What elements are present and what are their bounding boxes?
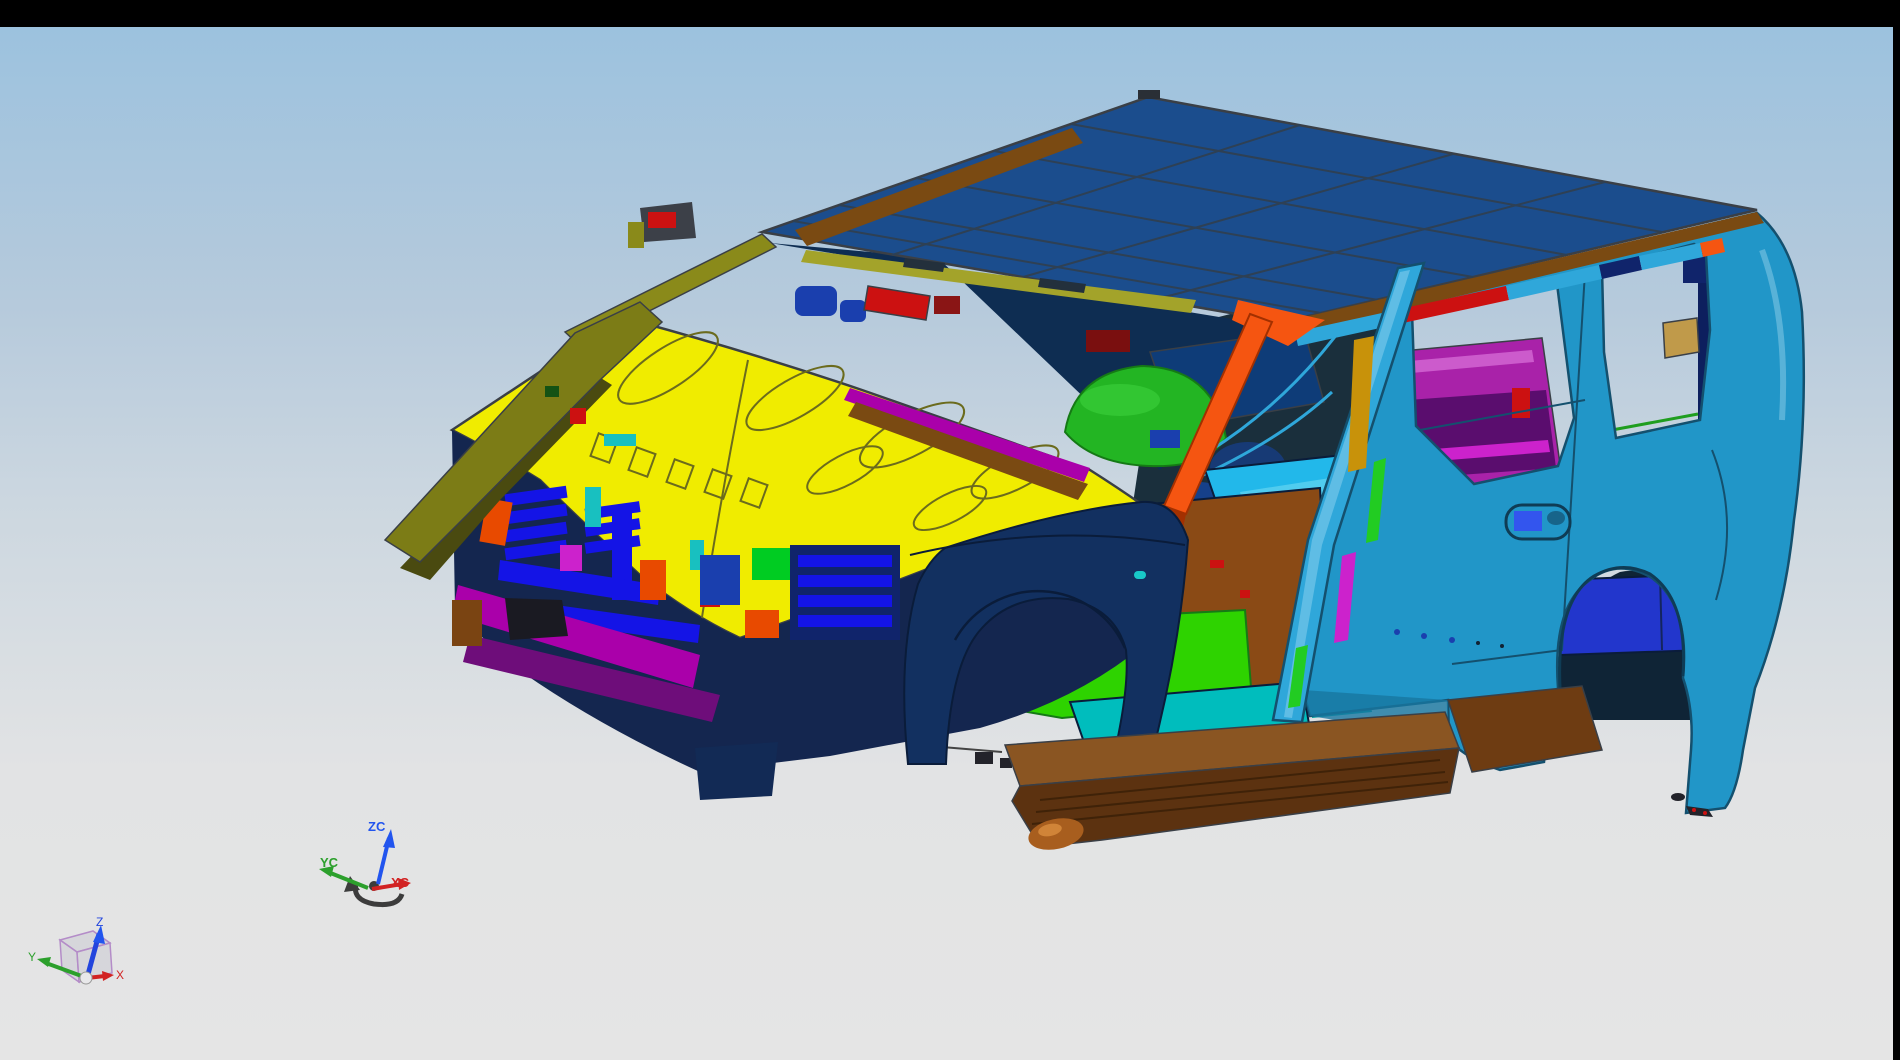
clip-red-dot (1692, 808, 1696, 812)
fascia-cyan-part[interactable] (585, 487, 601, 527)
floor-red-speck (1210, 560, 1224, 568)
lower-wing-dark[interactable] (695, 742, 778, 800)
clip-part[interactable] (1671, 793, 1685, 801)
fascia-orange-part[interactable] (640, 560, 666, 600)
rocker-plug (1449, 637, 1455, 643)
hump-bracket[interactable] (1150, 430, 1180, 448)
car-body-model (385, 90, 1804, 854)
wcs-x-label: XC (391, 875, 410, 890)
tow-step-black[interactable] (505, 598, 568, 640)
acs-y-label: Y (28, 950, 36, 964)
blade-cyan-clip[interactable] (604, 434, 636, 446)
rocker-plug (1421, 633, 1427, 639)
hinge-olive-part[interactable] (628, 222, 644, 248)
right-black-bar (1893, 0, 1900, 1060)
wcs-triad: ZC YC XC (319, 819, 411, 905)
absolute-csys-triad: Z Y X (28, 915, 124, 984)
roof-antenna-mount[interactable] (1138, 90, 1160, 99)
fender-teal-plug (1134, 571, 1146, 579)
cowl-red-bracket[interactable] (864, 286, 930, 320)
dash-red-part[interactable] (1086, 330, 1130, 352)
door-handle-bowl (1547, 511, 1565, 525)
wcs-y-label: YC (320, 855, 339, 870)
cad-scene: ZC YC XC Z Y X (0, 0, 1900, 1060)
hump-highlight (1080, 384, 1160, 416)
fascia-brown-part[interactable] (452, 600, 482, 646)
cowl-cylinder[interactable] (840, 300, 866, 322)
fascia-magenta-part[interactable] (560, 545, 582, 571)
acs-z-label: Z (96, 915, 103, 929)
hinge-red-part[interactable] (648, 212, 676, 228)
rocker-plug (1394, 629, 1400, 635)
cowl-cylinder[interactable] (795, 286, 837, 316)
front-bracket-dark[interactable] (975, 752, 993, 764)
wcs-z-label: ZC (368, 819, 386, 834)
fascia-blue-block[interactable] (700, 555, 740, 605)
top-black-bar (0, 0, 1900, 27)
acs-x-label: X (116, 968, 124, 982)
acs-origin-sphere (80, 972, 92, 984)
cowl-maroon-bracket[interactable] (934, 296, 960, 314)
blade-green-clip[interactable] (545, 386, 559, 397)
clip-red-dot (1703, 811, 1707, 815)
rear-rocker-brown[interactable] (1448, 686, 1602, 772)
rocker-plug (1476, 641, 1480, 645)
fascia-right-block[interactable] (790, 545, 900, 640)
floor-red-speck (1240, 590, 1250, 598)
rocker-plug (1500, 644, 1504, 648)
window-bracket-tan[interactable] (1663, 318, 1699, 358)
blade-red-clip[interactable] (570, 408, 586, 424)
door-handle-glint (1514, 511, 1542, 531)
fascia-orange-part[interactable] (745, 610, 779, 638)
